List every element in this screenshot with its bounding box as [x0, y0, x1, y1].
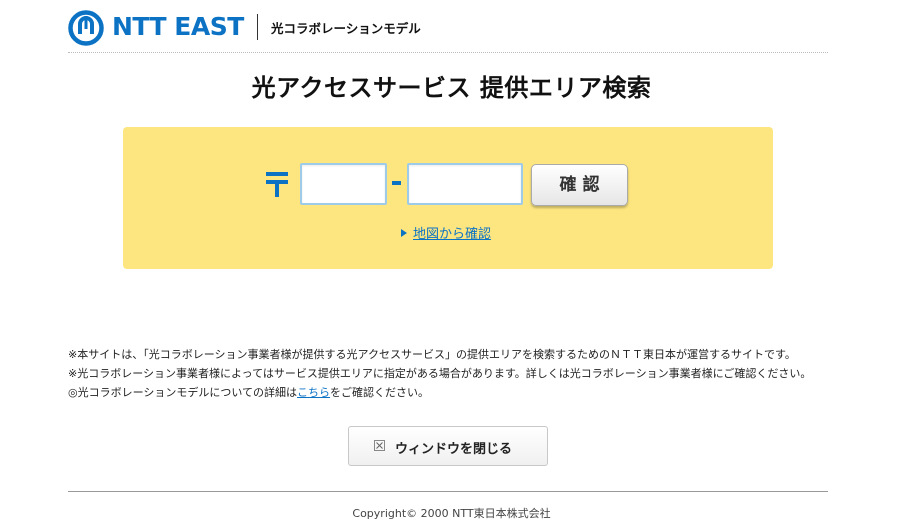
notes-section: ※本サイトは、「光コラボレーション事業者様が提供する光アクセスサービス」の提供エ… [68, 345, 811, 402]
note-line-2: ※光コラボレーション事業者様によってはサービス提供エリアに指定がある場合がありま… [68, 367, 812, 380]
header-divider [257, 14, 258, 40]
header-dotted-divider [68, 52, 828, 53]
note-line-3: ◎光コラボレーションモデルについての詳細はこちらをご確認ください。 [68, 383, 811, 402]
site-header: NTT EAST 光コラボレーションモデル [68, 8, 828, 48]
map-confirm-link[interactable]: 地図から確認 [413, 227, 491, 242]
page-title: 光アクセスサービス 提供エリア検索 [251, 74, 652, 102]
triangle-right-icon [401, 229, 407, 237]
map-link-row: 地図から確認 [401, 223, 491, 242]
ntt-logo-icon [68, 10, 104, 46]
header-subtitle: 光コラボレーションモデル [271, 21, 421, 36]
search-panel: 確認 地図から確認 [123, 127, 773, 269]
confirm-button[interactable]: 確認 [531, 164, 628, 206]
footer-divider [68, 491, 828, 492]
ntt-east-logo-text: NTT EAST [112, 12, 244, 41]
close-icon [374, 440, 385, 451]
note-line-1: ※本サイトは、「光コラボレーション事業者様が提供する光アクセスサービス」の提供エ… [68, 348, 796, 361]
zip-hyphen [392, 181, 401, 185]
close-window-button[interactable]: ウィンドウを閉じる [348, 426, 548, 466]
postal-mark-icon [266, 172, 288, 197]
zip-code-first-input[interactable] [300, 163, 387, 205]
zip-code-second-input[interactable] [407, 163, 523, 205]
close-window-label: ウィンドウを閉じる [395, 442, 513, 457]
note-line-3-prefix: ◎光コラボレーションモデルについての詳細は [68, 386, 298, 399]
details-link[interactable]: こちら [297, 386, 330, 399]
note-line-3-suffix: をご確認ください。 [330, 386, 430, 399]
copyright-text: Copyright© 2000 NTT東日本株式会社 [352, 507, 551, 520]
